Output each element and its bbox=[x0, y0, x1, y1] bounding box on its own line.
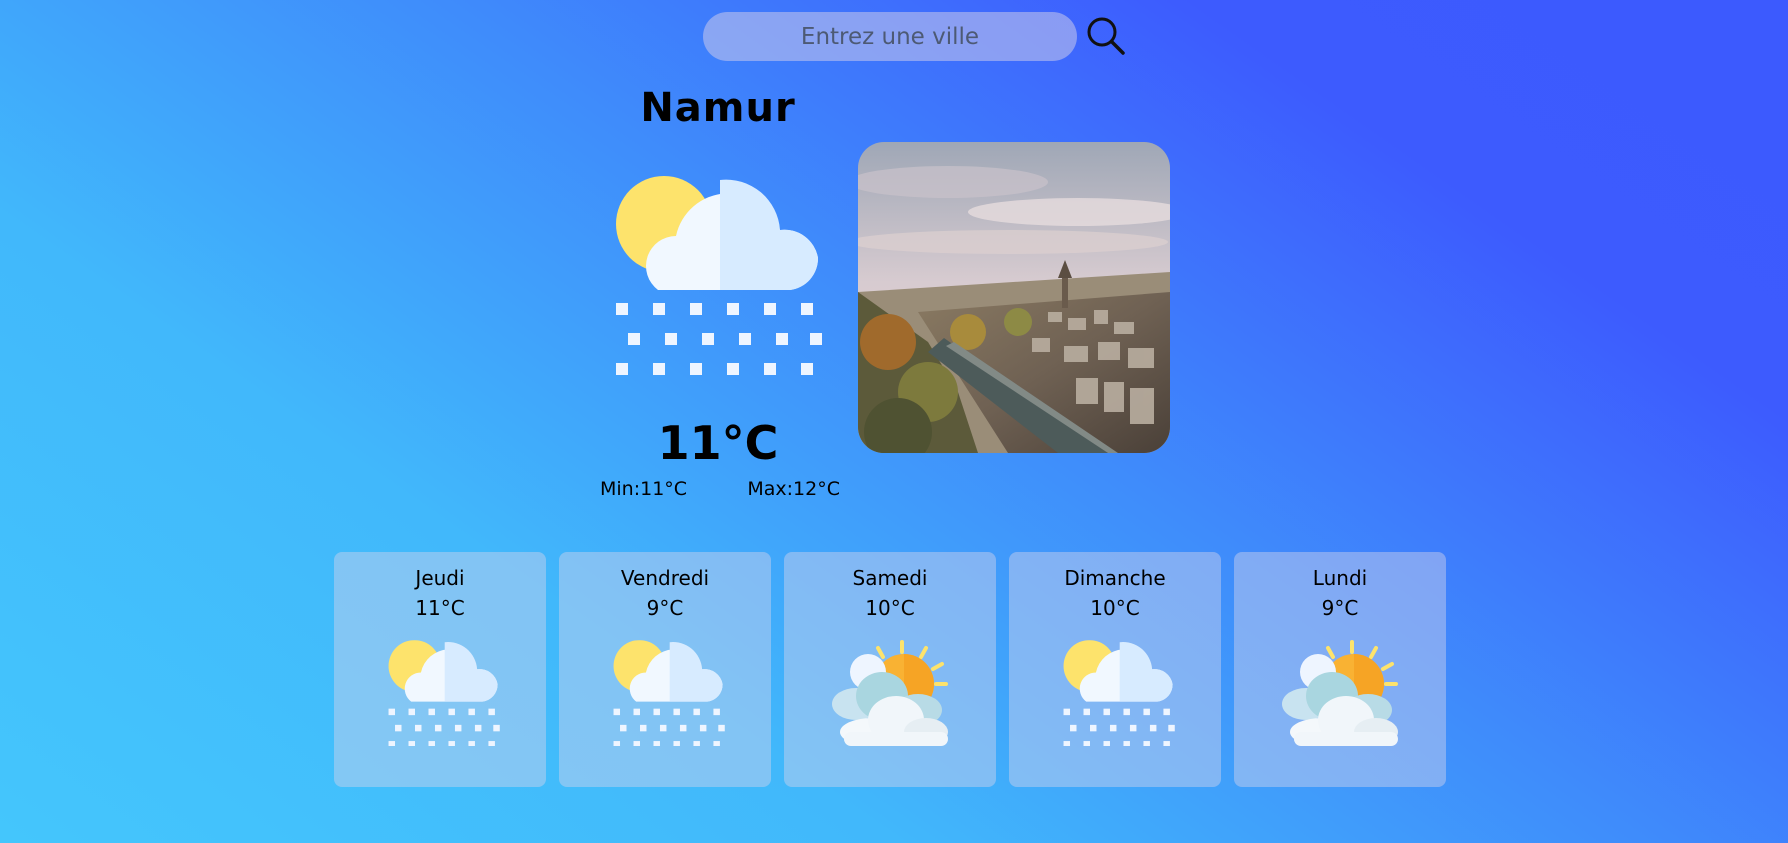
search-input[interactable]: Entrez une ville bbox=[703, 12, 1077, 61]
partly-cloudy-icon bbox=[1280, 638, 1400, 746]
forecast-day: Samedi bbox=[852, 566, 928, 590]
forecast-day: Lundi bbox=[1312, 566, 1368, 590]
forecast-temperature: 10°C bbox=[865, 596, 915, 620]
search-icon[interactable] bbox=[1086, 16, 1126, 56]
sun-cloud-snow-icon bbox=[605, 638, 725, 746]
sun-cloud-snow-icon bbox=[1055, 638, 1175, 746]
forecast-card-lundi: Lundi 9°C bbox=[1234, 552, 1446, 787]
forecast-card-samedi: Samedi 10°C bbox=[784, 552, 996, 787]
max-temperature: Max:12°C bbox=[747, 478, 840, 500]
forecast-temperature: 9°C bbox=[1321, 596, 1359, 620]
min-max-temperature: Min:11°C Max:12°C bbox=[600, 478, 840, 500]
forecast-card-dimanche: Dimanche 10°C bbox=[1009, 552, 1221, 787]
forecast-temperature: 10°C bbox=[1090, 596, 1140, 620]
forecast-day: Vendredi bbox=[620, 566, 710, 590]
forecast-temperature: 9°C bbox=[646, 596, 684, 620]
forecast-card-jeudi: Jeudi 11°C bbox=[334, 552, 546, 787]
sun-cloud-snow-icon bbox=[616, 176, 822, 376]
forecast-day: Jeudi bbox=[415, 566, 465, 590]
forecast-list: Jeudi 11°C Vendredi 9°C Samedi 10°C Dima… bbox=[334, 552, 1446, 787]
forecast-day: Dimanche bbox=[1064, 566, 1166, 590]
current-temperature: 11°C bbox=[657, 416, 779, 470]
city-photo bbox=[858, 142, 1170, 453]
city-name: Namur bbox=[640, 85, 796, 131]
forecast-card-vendredi: Vendredi 9°C bbox=[559, 552, 771, 787]
sun-cloud-snow-icon bbox=[380, 638, 500, 746]
partly-cloudy-icon bbox=[830, 638, 950, 746]
forecast-temperature: 11°C bbox=[415, 596, 465, 620]
min-temperature: Min:11°C bbox=[600, 478, 688, 500]
